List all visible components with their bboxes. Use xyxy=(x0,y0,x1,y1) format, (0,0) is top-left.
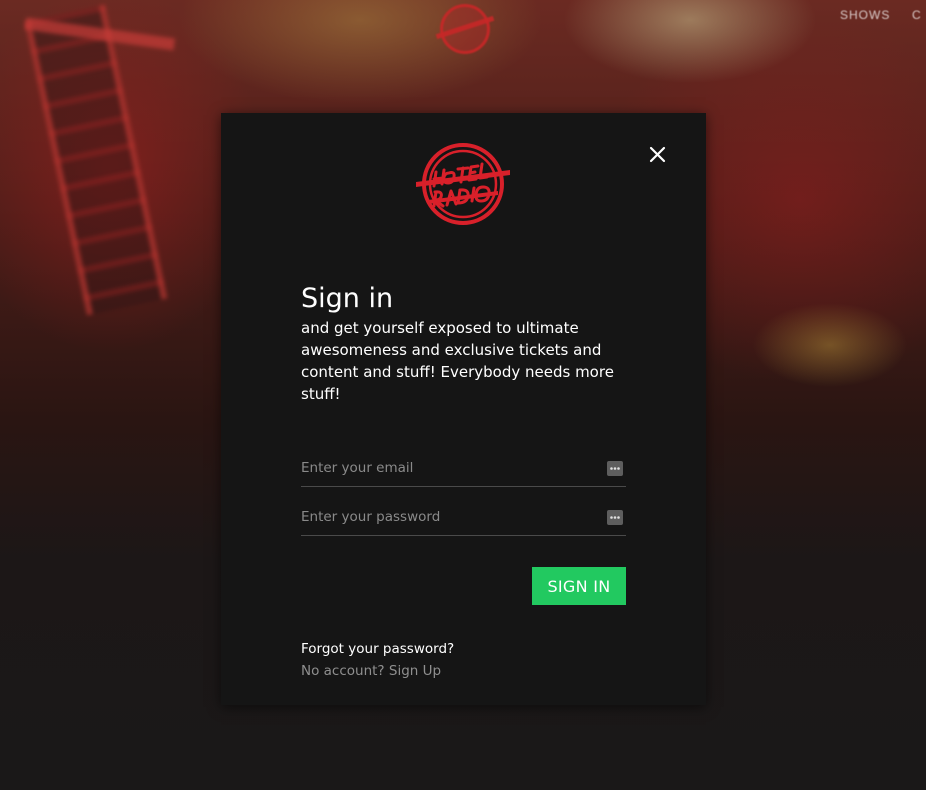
sign-up-link[interactable]: No account? Sign Up xyxy=(301,661,441,681)
signin-subtitle: and get yourself exposed to ultimate awe… xyxy=(301,319,614,403)
nav-item-shows: SHOWS xyxy=(840,8,891,22)
password-manager-dots-icon[interactable] xyxy=(607,461,623,476)
background-logo xyxy=(440,4,490,54)
stage-truss xyxy=(24,4,168,316)
close-icon xyxy=(649,146,666,163)
password-field-wrapper xyxy=(301,501,626,536)
email-field[interactable] xyxy=(301,456,591,480)
hotel-radio-logo xyxy=(414,142,512,228)
email-field-wrapper xyxy=(301,452,626,487)
sign-in-button[interactable]: SIGN IN xyxy=(532,567,626,605)
signin-modal: Sign in and get yourself exposed to ulti… xyxy=(221,113,706,705)
close-button[interactable] xyxy=(648,143,668,165)
password-manager-dots-icon[interactable] xyxy=(607,510,623,525)
forgot-password-link[interactable]: Forgot your password? xyxy=(301,639,454,659)
nav-item-partial: C xyxy=(912,8,922,22)
page-title: Sign in xyxy=(301,283,394,314)
signin-header: Sign in and get yourself exposed to ulti… xyxy=(301,281,626,405)
password-field[interactable] xyxy=(301,505,591,529)
